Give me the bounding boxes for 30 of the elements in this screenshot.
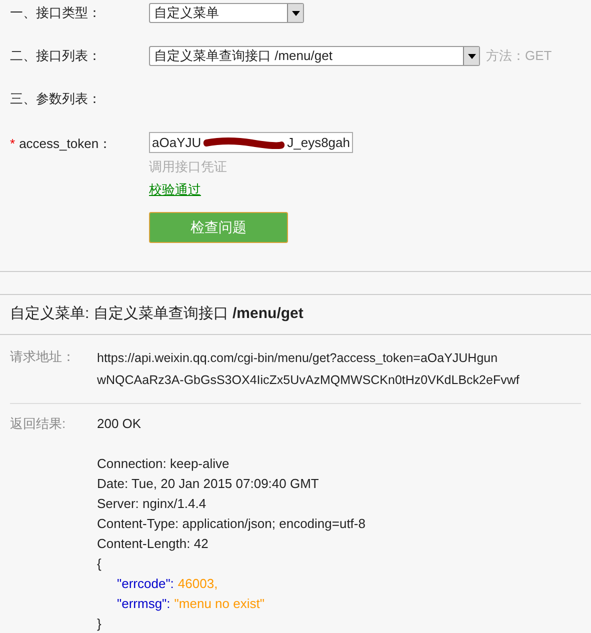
- field-label: 二、接口列表：: [10, 47, 102, 66]
- json-brace: {: [97, 555, 102, 573]
- json-key: "errmsg":: [117, 594, 170, 614]
- request-url: wNQCAaRz3A-GbGsS3OX4IicZx5UvAzMQMWSCKn0tHz0VKdLBck2eFvwf: [97, 372, 520, 389]
- field-label: 一、接口类型：: [10, 4, 102, 22]
- validation-status: 校验通过: [149, 180, 201, 198]
- result-title: 自定义菜单: 自定义菜单查询接口 /menu/get: [0, 295, 591, 335]
- json-value: "menu no exist": [174, 595, 264, 613]
- token-field[interactable]: aOaYJU J_eys8gah: [149, 132, 353, 153]
- response-header: Content-Length: 42: [97, 535, 210, 553]
- response-header: Server: nginx/1.4.4: [97, 495, 208, 513]
- response-status: 200 OK: [97, 415, 142, 433]
- dropdown[interactable]: 自定义菜单: [149, 3, 304, 23]
- json-value: 46003,: [178, 575, 218, 593]
- response-header: Connection: keep-alive: [97, 455, 230, 473]
- method-note: 方法：GET: [486, 47, 552, 66]
- json-brace: }: [97, 615, 102, 633]
- field-hint: 调用接口凭证: [149, 158, 227, 176]
- response-header: Content-Type: application/json; encoding=utf-8: [97, 515, 366, 533]
- field-label: access_token：: [19, 135, 112, 153]
- request-url: https://api.weixin.qq.com/cgi-bin/menu/get?access_token=aOaYJUHgun: [97, 350, 499, 367]
- required-mark: *: [10, 135, 16, 153]
- dropdown-caret-icon: [287, 4, 303, 22]
- response-header: Date: Tue, 20 Jan 2015 07:09:40 GMT: [97, 475, 320, 493]
- dropdown-caret-icon: [463, 47, 479, 65]
- json-key: "errcode":: [117, 574, 174, 594]
- field-label: 返回结果:: [10, 415, 67, 433]
- field-label: 请求地址：: [10, 348, 76, 366]
- field-label: 三、参数列表：: [10, 90, 102, 108]
- dropdown[interactable]: 自定义菜单查询接口 /menu/get: [149, 46, 480, 66]
